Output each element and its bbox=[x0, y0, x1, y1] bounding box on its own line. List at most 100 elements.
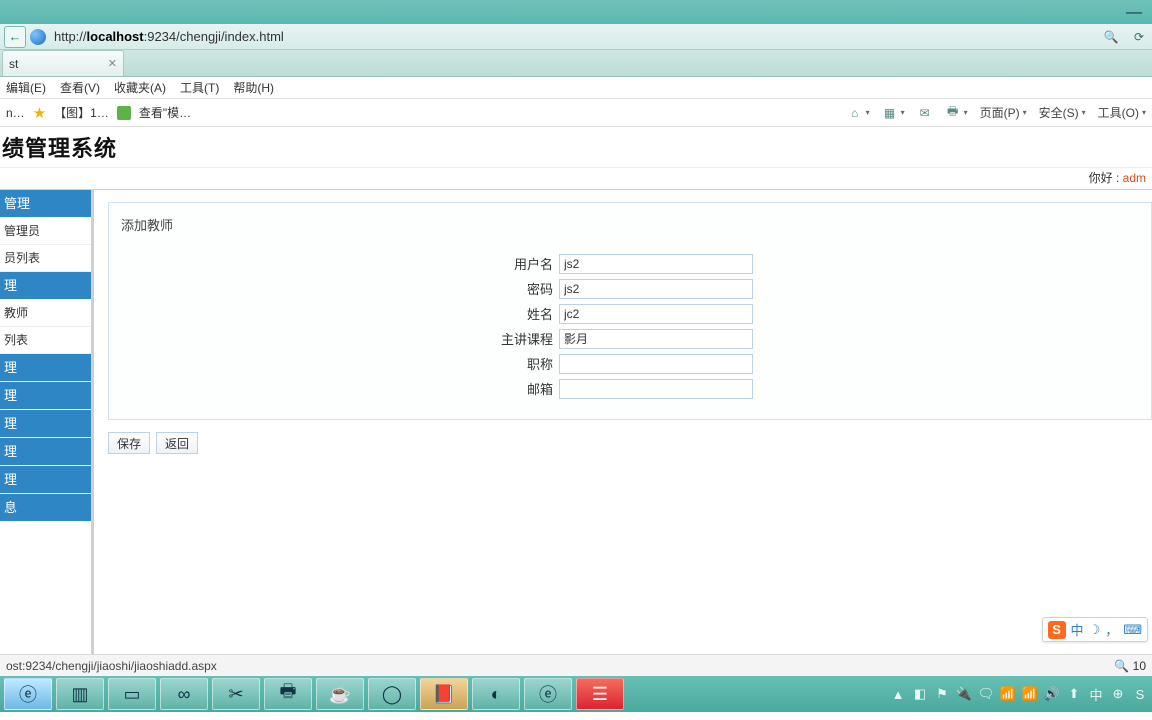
favorite-green-icon[interactable] bbox=[117, 106, 131, 120]
sidebar-section-7[interactable]: 理 bbox=[0, 466, 91, 494]
url-field[interactable]: http://localhost:9234/chengji/index.html bbox=[52, 29, 1092, 44]
zoom-value: 10 bbox=[1133, 659, 1146, 673]
sidebar-section-2[interactable]: 理 bbox=[0, 272, 91, 300]
windows-taskbar: ⓔ ▥ ▭ ∞ ✂ 🖶 ☕ ◯ 📕 ◐ ⓔ ☰ ▲ ◧ ⚑ 🔌 🗨 📶 📶 🔊 … bbox=[0, 676, 1152, 712]
ime-lang[interactable]: 中 bbox=[1071, 620, 1084, 639]
taskbar-app-ie[interactable]: ⓔ bbox=[4, 678, 52, 710]
toolbar-feeds[interactable]: ▦▾ bbox=[882, 105, 905, 121]
taskbar-app-3[interactable]: ▭ bbox=[108, 678, 156, 710]
caret-icon: ▾ bbox=[1023, 108, 1027, 117]
caret-icon: ▾ bbox=[964, 108, 968, 117]
taskbar-app-8[interactable]: ◯ bbox=[368, 678, 416, 710]
print-icon: 🖶 bbox=[945, 105, 961, 121]
sidebar-section-5[interactable]: 理 bbox=[0, 410, 91, 438]
input-course[interactable] bbox=[559, 329, 753, 349]
url-prefix: http:// bbox=[54, 29, 87, 44]
menu-view[interactable]: 查看(V) bbox=[60, 79, 100, 96]
sidebar-section-8[interactable]: 息 bbox=[0, 494, 91, 522]
tray-icon-12[interactable]: S bbox=[1132, 686, 1148, 702]
taskbar-app-4[interactable]: ∞ bbox=[160, 678, 208, 710]
tray-icon-10[interactable]: 中 bbox=[1088, 686, 1104, 702]
label-title: 职称 bbox=[109, 354, 559, 373]
menu-help[interactable]: 帮助(H) bbox=[233, 79, 274, 96]
label-email: 邮箱 bbox=[109, 379, 559, 398]
taskbar-app-7[interactable]: ☕ bbox=[316, 678, 364, 710]
ie-icon bbox=[30, 29, 46, 45]
ime-toolbar[interactable]: S 中 ☽ ， ⌨ bbox=[1042, 617, 1148, 642]
input-password[interactable] bbox=[559, 279, 753, 299]
input-title[interactable] bbox=[559, 354, 753, 374]
taskbar-app-6[interactable]: 🖶 bbox=[264, 678, 312, 710]
tray-icon-2[interactable]: ◧ bbox=[912, 686, 928, 702]
status-zoom[interactable]: 🔍 10 bbox=[1114, 659, 1146, 673]
tray-icon-11[interactable]: ⊕ bbox=[1110, 686, 1126, 702]
page-header: 绩管理系统 bbox=[0, 127, 1152, 167]
ime-punct[interactable]: ， bbox=[1105, 620, 1118, 639]
menu-tools[interactable]: 工具(T) bbox=[180, 79, 219, 96]
label-username: 用户名 bbox=[109, 254, 559, 273]
feeds-icon: ▦ bbox=[882, 105, 898, 121]
keyboard-icon[interactable]: ⌨ bbox=[1123, 622, 1142, 638]
favorite-item-1[interactable]: n… bbox=[6, 106, 25, 120]
taskbar-app-12[interactable]: ☰ bbox=[576, 678, 624, 710]
browser-menu-bar: 编辑(E) 查看(V) 收藏夹(A) 工具(T) 帮助(H) bbox=[0, 77, 1152, 99]
taskbar-app-10[interactable]: ◐ bbox=[472, 678, 520, 710]
tray-icon-5[interactable]: 🗨 bbox=[978, 686, 994, 702]
toolbar-print[interactable]: 🖶▾ bbox=[945, 105, 968, 121]
sidebar-section-1[interactable]: 管理 bbox=[0, 190, 91, 218]
back-button[interactable]: 返回 bbox=[156, 432, 198, 454]
browser-tab[interactable]: st ✕ bbox=[2, 50, 124, 76]
tray-icon-8[interactable]: 🔊 bbox=[1044, 686, 1060, 702]
toolbar-safety[interactable]: 安全(S) ▾ bbox=[1039, 104, 1086, 121]
back-button[interactable]: ← bbox=[4, 26, 26, 48]
tray-icon-9[interactable]: ⬆ bbox=[1066, 686, 1082, 702]
caret-icon: ▾ bbox=[901, 108, 905, 117]
star-icon[interactable]: ★ bbox=[33, 104, 46, 122]
page-title: 绩管理系统 bbox=[2, 131, 117, 163]
tray-icon-7[interactable]: 📶 bbox=[1022, 686, 1038, 702]
ime-moon-icon[interactable]: ☽ bbox=[1089, 622, 1101, 638]
search-icon[interactable]: 🔍 bbox=[1102, 28, 1120, 46]
menu-favorites[interactable]: 收藏夹(A) bbox=[114, 79, 166, 96]
caret-icon: ▾ bbox=[866, 108, 870, 117]
greeting-label: 你好 : bbox=[1089, 171, 1120, 185]
sogou-icon: S bbox=[1048, 621, 1066, 639]
caret-icon: ▾ bbox=[1082, 108, 1086, 117]
sidebar-section-4[interactable]: 理 bbox=[0, 382, 91, 410]
refresh-icon[interactable]: ⟳ bbox=[1130, 28, 1148, 46]
sidebar-item-admin[interactable]: 管理员 bbox=[0, 218, 91, 245]
browser-status-bar: ost:9234/chengji/jiaoshi/jiaoshiadd.aspx… bbox=[0, 654, 1152, 676]
favorite-item-2[interactable]: 【图】1… bbox=[54, 104, 109, 121]
url-host: localhost bbox=[87, 29, 144, 44]
panel-title: 添加教师 bbox=[109, 203, 1151, 243]
taskbar-app-9[interactable]: 📕 bbox=[420, 678, 468, 710]
toolbar-mail[interactable]: ✉ bbox=[917, 105, 933, 121]
toolbar-tools[interactable]: 工具(O) ▾ bbox=[1098, 104, 1146, 121]
taskbar-tray: ▲ ◧ ⚑ 🔌 🗨 📶 📶 🔊 ⬆ 中 ⊕ S bbox=[890, 686, 1148, 702]
input-email[interactable] bbox=[559, 379, 753, 399]
sidebar-item-list[interactable]: 列表 bbox=[0, 327, 91, 354]
menu-edit[interactable]: 编辑(E) bbox=[6, 79, 46, 96]
tray-icon-4[interactable]: 🔌 bbox=[956, 686, 972, 702]
label-name: 姓名 bbox=[109, 304, 559, 323]
sidebar-section-6[interactable]: 理 bbox=[0, 438, 91, 466]
browser-address-bar: ← http://localhost:9234/chengji/index.ht… bbox=[0, 24, 1152, 50]
tray-icon-6[interactable]: 📶 bbox=[1000, 686, 1016, 702]
tray-icon-3[interactable]: ⚑ bbox=[934, 686, 950, 702]
save-button[interactable]: 保存 bbox=[108, 432, 150, 454]
taskbar-app-11[interactable]: ⓔ bbox=[524, 678, 572, 710]
input-name[interactable] bbox=[559, 304, 753, 324]
sidebar-item-teacher[interactable]: 教师 bbox=[0, 300, 91, 327]
tray-icon-1[interactable]: ▲ bbox=[890, 686, 906, 702]
toolbar-home[interactable]: ⌂▾ bbox=[847, 105, 870, 121]
sidebar-section-3[interactable]: 理 bbox=[0, 354, 91, 382]
toolbar-page[interactable]: 页面(P) ▾ bbox=[980, 104, 1027, 121]
tab-title: st bbox=[9, 57, 18, 71]
favorite-item-3[interactable]: 查看"模… bbox=[139, 104, 191, 121]
tab-close-icon[interactable]: ✕ bbox=[108, 57, 117, 70]
minimize-button[interactable]: — bbox=[1126, 4, 1142, 22]
sidebar-item-adminlist[interactable]: 员列表 bbox=[0, 245, 91, 272]
taskbar-app-5[interactable]: ✂ bbox=[212, 678, 260, 710]
taskbar-app-2[interactable]: ▥ bbox=[56, 678, 104, 710]
input-username[interactable] bbox=[559, 254, 753, 274]
